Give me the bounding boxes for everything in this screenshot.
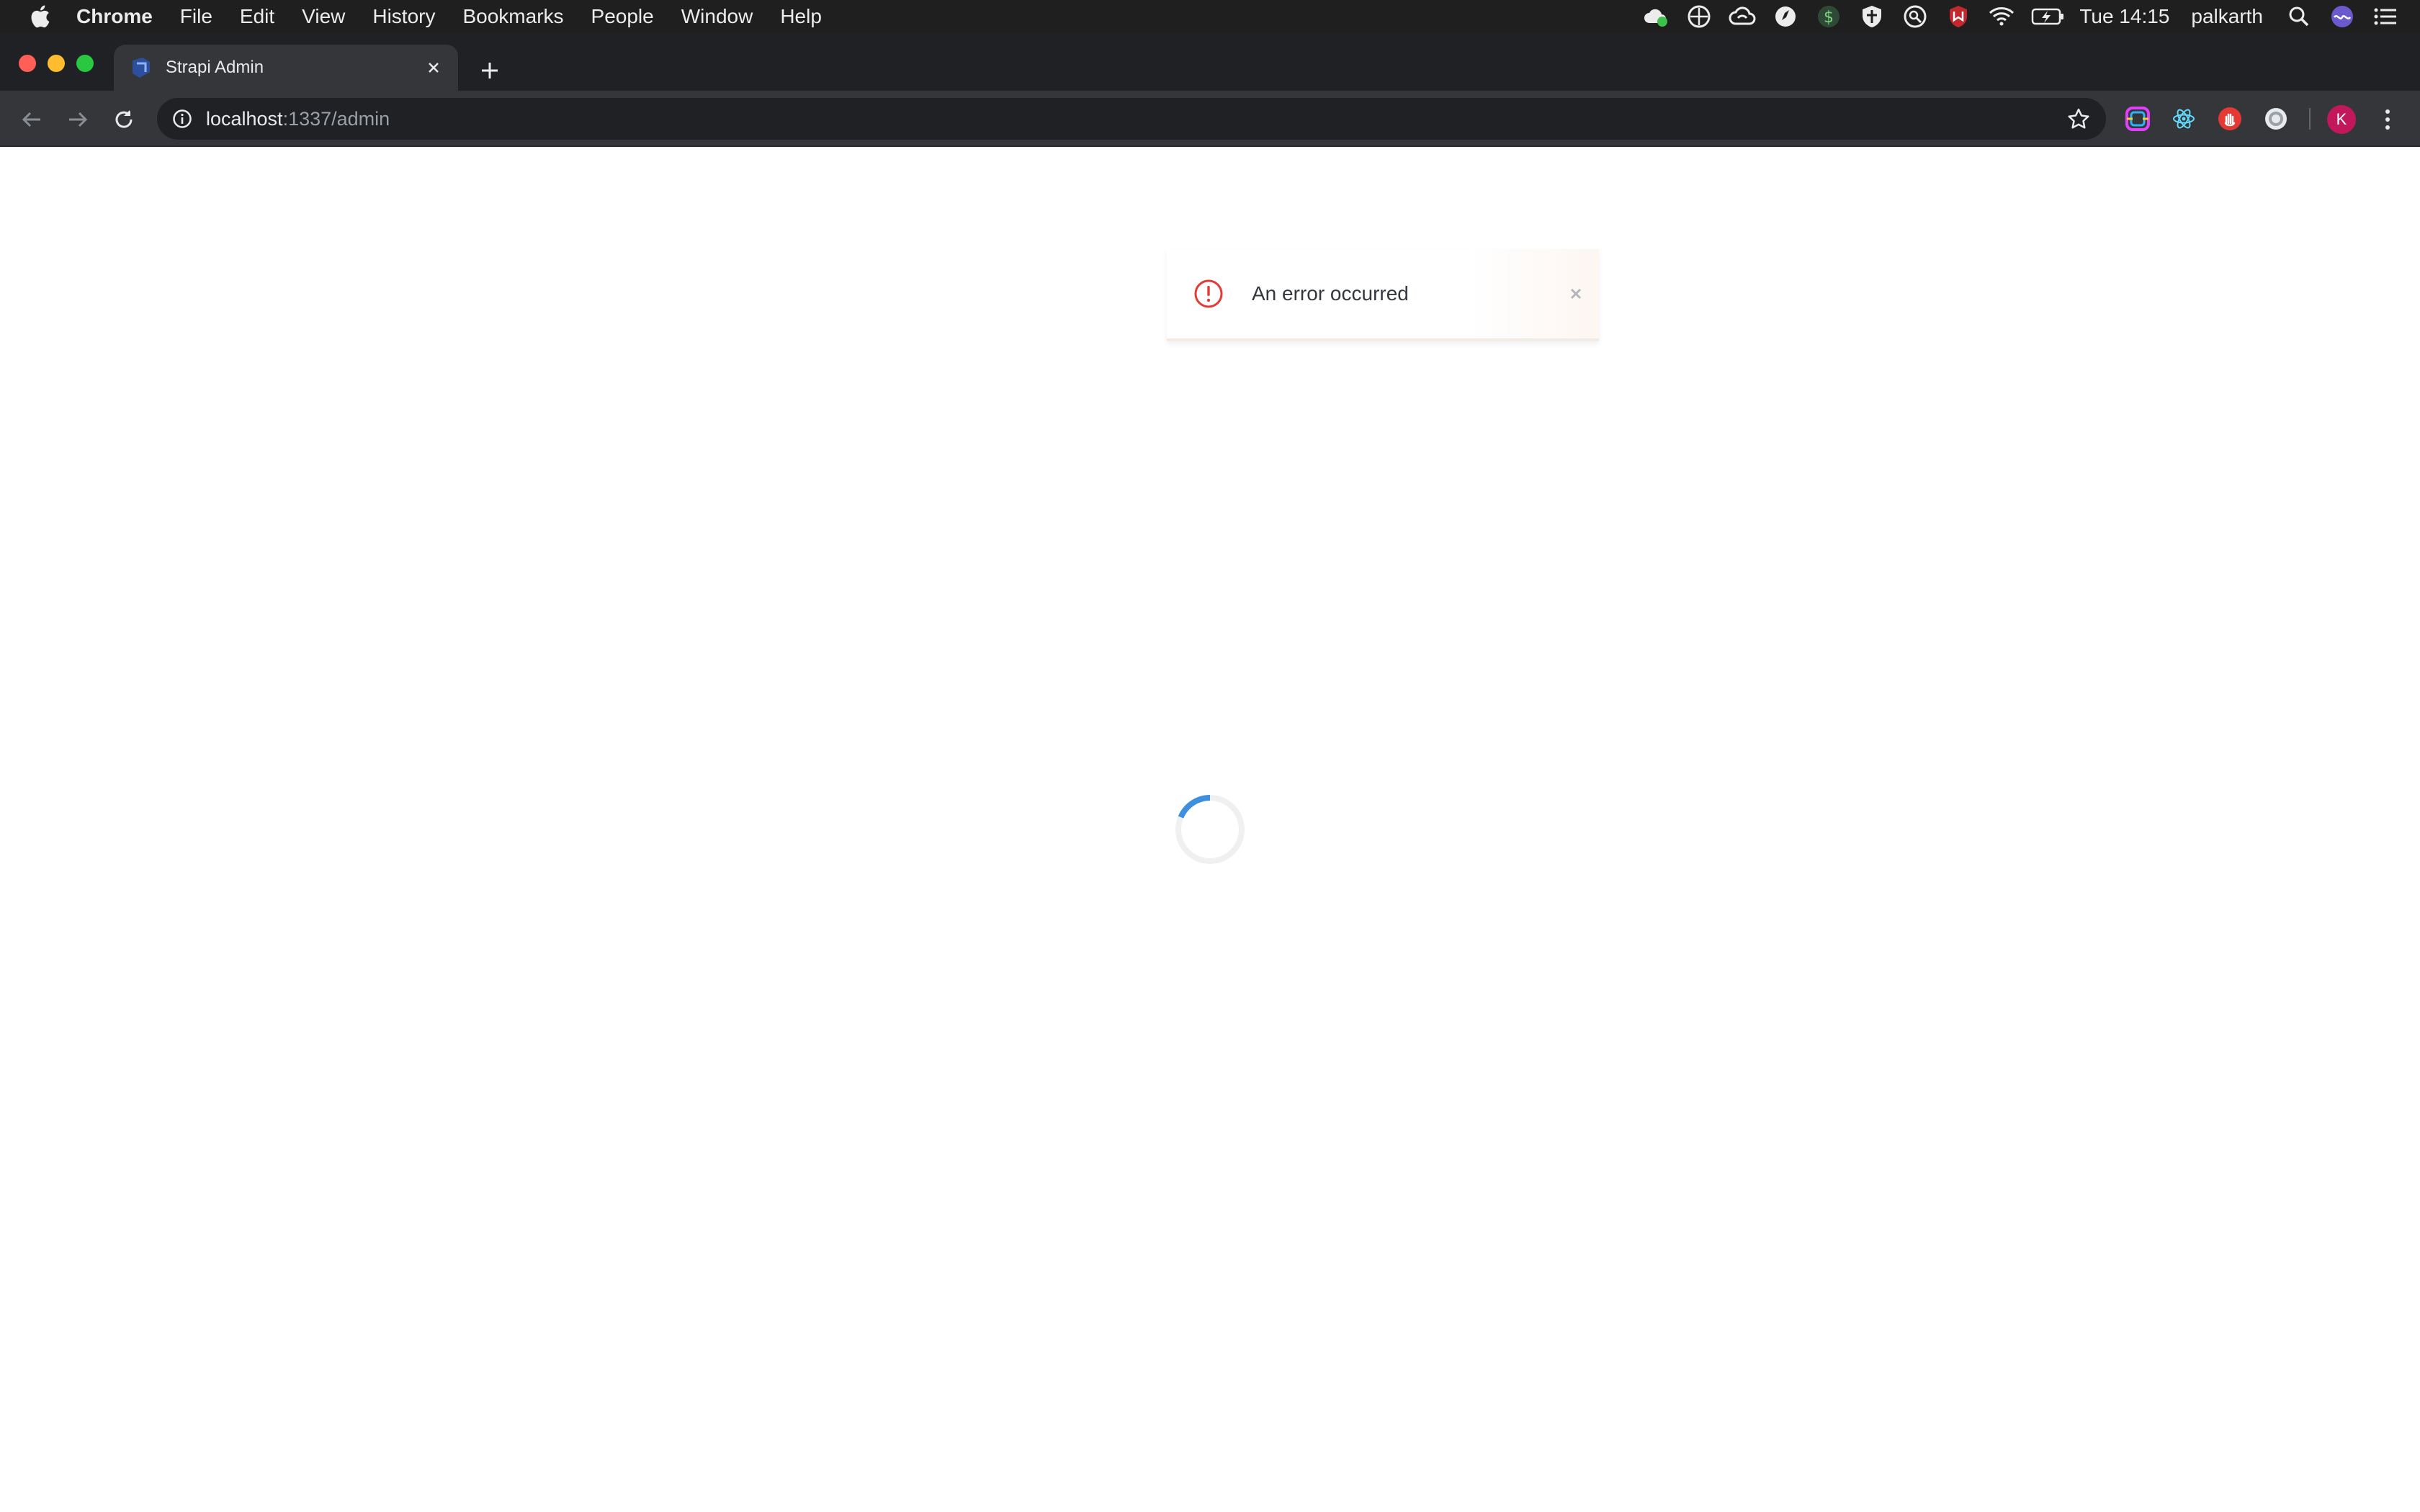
reload-icon[interactable] [108,104,140,135]
strapi-favicon-icon [133,58,150,78]
macos-menu-bar: Chrome File Edit View History Bookmarks … [0,0,2420,33]
browser-tab-active[interactable]: Strapi Admin [114,45,458,91]
menu-history[interactable]: History [372,0,435,33]
svg-text:$: $ [1824,9,1834,27]
tab-title: Strapi Admin [166,58,264,77]
creative-cloud-icon[interactable] [1728,2,1757,31]
tab-close-icon[interactable] [421,55,447,81]
window-maximize-button[interactable] [76,55,94,72]
status-area: $ Tue 14:15 palkarth [1641,0,2420,33]
notification-close-icon[interactable] [1566,284,1586,304]
spotlight-search-icon[interactable] [2285,2,2313,31]
site-info-icon[interactable] [170,107,194,131]
notification-center-icon[interactable] [2371,2,2400,31]
menu-people[interactable]: People [591,0,654,33]
url-host: localhost [206,107,283,130]
browser-toolbar: localhost:1337/admin K [0,91,2420,147]
dollar-icon[interactable]: $ [1814,2,1843,31]
error-notification: An error occurred [1167,249,1599,341]
siri-icon[interactable] [2328,2,2357,31]
menu-window[interactable]: Window [681,0,753,33]
color-picker-extension-icon[interactable] [2124,105,2151,132]
react-devtools-icon[interactable] [2170,105,2197,132]
loading-spinner [1175,795,1245,864]
menu-bookmarks[interactable]: Bookmarks [462,0,563,33]
window-minimize-button[interactable] [48,55,65,72]
wifi-icon[interactable] [1987,2,2016,31]
cloud-sync-icon[interactable] [1641,2,1670,31]
profile-avatar[interactable]: K [2327,105,2356,134]
error-exclamation-icon [1194,279,1223,308]
circle-extension-icon[interactable] [2262,105,2290,132]
menu-app-name[interactable]: Chrome [76,0,153,33]
browser-tab-strip: Strapi Admin [0,33,2420,91]
globe-clock-icon[interactable] [1685,2,1713,31]
url-path: :1337/admin [282,107,390,130]
compass-icon[interactable] [1771,2,1800,31]
forward-arrow-icon[interactable] [62,104,94,135]
back-arrow-icon[interactable] [16,104,48,135]
menu-edit[interactable]: Edit [240,0,274,33]
apple-logo-icon[interactable] [27,2,52,31]
notification-message: An error occurred [1252,282,1409,305]
battery-charging-icon[interactable] [2030,2,2065,31]
menu-file[interactable]: File [180,0,212,33]
new-tab-button[interactable] [475,56,504,85]
menu-view[interactable]: View [302,0,345,33]
magnifier-tool-icon[interactable] [1901,2,1930,31]
hand-stop-extension-icon[interactable] [2216,105,2244,132]
window-close-button[interactable] [19,55,36,72]
mcafee-icon[interactable] [1944,2,1973,31]
toolbar-divider [2309,108,2311,130]
menubar-user[interactable]: palkarth [2191,5,2263,28]
page-content: An error occurred [0,147,2420,1512]
menu-help[interactable]: Help [780,0,822,33]
chrome-menu-icon[interactable] [2377,105,2398,134]
menubar-clock[interactable]: Tue 14:15 [2079,5,2169,28]
address-bar[interactable]: localhost:1337/admin [157,98,2106,140]
shield-icon[interactable] [1857,2,1886,31]
bookmark-star-icon[interactable] [2066,106,2092,132]
